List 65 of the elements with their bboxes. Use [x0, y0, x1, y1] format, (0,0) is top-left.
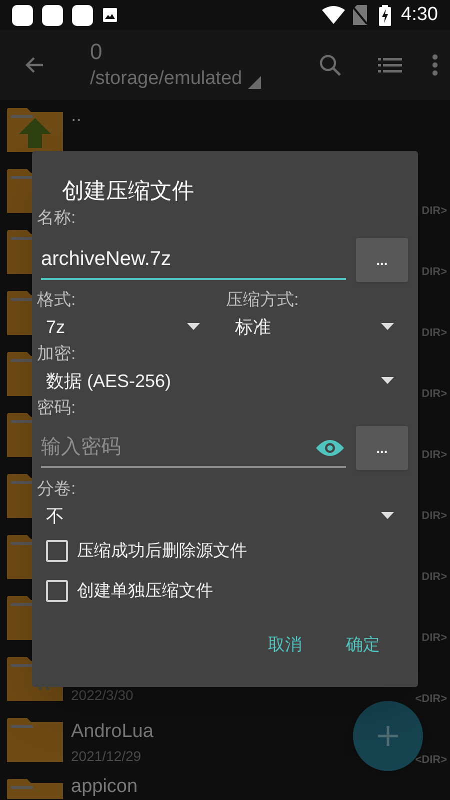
dropdown-arrow-icon [381, 512, 394, 520]
wifi-icon [322, 6, 346, 24]
eye-icon[interactable] [316, 438, 344, 458]
image-icon [102, 7, 118, 23]
dropdown-arrow-icon [381, 323, 394, 331]
field-label: 密码: [37, 397, 77, 419]
battery-icon [379, 4, 392, 26]
dropdown-arrow-icon [381, 377, 394, 385]
dropdown[interactable]: 不 [37, 501, 404, 531]
checkbox-label: 创建单独压缩文件 [77, 580, 213, 602]
field-label: 加密: [37, 343, 77, 365]
folder-icon [7, 291, 32, 335]
no-sim-icon [353, 5, 368, 25]
notification-icon [12, 4, 33, 26]
more-icon [432, 54, 438, 76]
dialog-button[interactable]: 取消 [268, 631, 302, 659]
dir-tag: DIR> [422, 386, 447, 402]
folder-icon [7, 169, 32, 213]
dir-tag: DIR> [422, 569, 447, 586]
dropdown[interactable]: 7z [37, 312, 210, 342]
dir-tag: DIR> [422, 508, 447, 524]
notification-icon [72, 4, 93, 26]
dropdown[interactable]: 标准 [226, 312, 404, 342]
plus-icon [377, 725, 399, 747]
dir-tag: <DIR> [415, 752, 447, 768]
folder-icon [7, 535, 32, 579]
search-icon [318, 53, 342, 77]
dialog-title: 创建压缩文件 [62, 177, 195, 205]
checkbox-label: 压缩成功后删除源文件 [77, 540, 247, 562]
browse-button[interactable]: ... [356, 238, 408, 282]
folder-icon [7, 230, 32, 274]
file-name[interactable]: appicon [71, 776, 138, 798]
name-field[interactable]: archiveNew.7z [41, 240, 346, 280]
folder-icon [7, 596, 32, 640]
dropdown-corner-icon [248, 76, 262, 89]
field-label: 名称: [37, 207, 77, 229]
dropdown[interactable]: 数据 (AES-256) [37, 366, 404, 396]
dir-tag: DIR> [422, 630, 447, 646]
path-dropdown[interactable]: /storage/emulated [90, 66, 242, 92]
folder-icon [7, 352, 32, 396]
field-label: 分卷: [37, 478, 77, 500]
checkbox[interactable] [46, 580, 68, 602]
folder-icon [7, 779, 63, 799]
folder-icon [7, 474, 32, 518]
file-name[interactable]: .. [71, 101, 82, 131]
checkbox[interactable] [46, 540, 68, 562]
file-name[interactable]: AndroLua [71, 717, 154, 747]
dir-tag: DIR> [422, 203, 447, 220]
browse-button[interactable]: ... [356, 426, 408, 470]
dialog-button[interactable]: 确定 [346, 631, 380, 659]
dropdown-arrow-icon [187, 323, 200, 331]
notification-icon [42, 4, 63, 26]
dir-tag: DIR> [422, 325, 447, 342]
folder-icon [7, 718, 63, 762]
folder-icon [7, 108, 63, 152]
clock: 4:30 [401, 2, 438, 27]
folder-icon [7, 413, 32, 457]
dir-tag: DIR> [422, 264, 447, 280]
list-icon [378, 56, 402, 74]
file-date: 2021/12/29 [71, 747, 142, 765]
field-label: 压缩方式: [226, 289, 299, 311]
dir-tag: <DIR> [415, 691, 447, 708]
field-label: 格式: [37, 289, 77, 311]
dir-tag: DIR> [422, 447, 447, 464]
toolbar-title: 0 [90, 38, 104, 66]
